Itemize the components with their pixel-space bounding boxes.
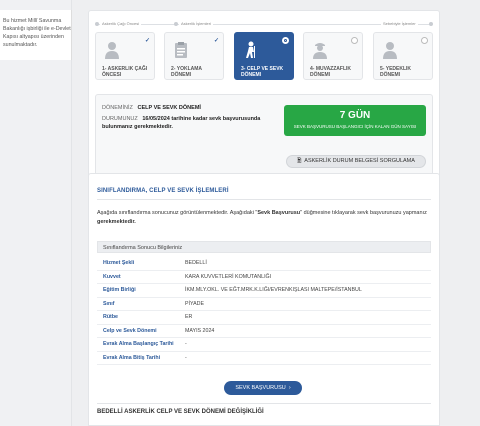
chevron-right-icon: › bbox=[288, 385, 291, 391]
step-label: 2- Yoklama Dönemi bbox=[171, 66, 202, 78]
period-row: DÖNEMİNİZ CELP VE SEVK DÖNEMİ bbox=[102, 105, 201, 111]
row-value: - bbox=[185, 341, 187, 347]
stepbar-caption-1: Askerlik Çağı Öncesi bbox=[100, 21, 142, 26]
table-row: Sınıf PİYADE bbox=[97, 298, 431, 311]
row-value: İKM.MLY.OKL. VE EĞT.MRK.K.LIĞI/EVRENKIŞL… bbox=[185, 287, 362, 293]
status-document-button[interactable]: 🖹 ASKERLİK DURUM BELGESİ SORGULAMA bbox=[286, 155, 426, 168]
clipboard-icon bbox=[175, 42, 187, 58]
row-key: Eğitim Birliği bbox=[103, 287, 136, 293]
stepbar-caption-3: Sebebiyle İşlemler bbox=[381, 21, 418, 26]
remaining-days: 7 GÜN bbox=[339, 110, 371, 121]
classification-title: SINIFLANDIRMA, CELP VE SEVK İŞLEMLERİ bbox=[97, 188, 229, 194]
selected-radio-icon bbox=[282, 37, 289, 44]
divider bbox=[97, 403, 431, 404]
row-key: Evrak Alma Bitiş Tarihi bbox=[103, 354, 161, 361]
row-key: Evrak Alma Başlangıç Tarihi bbox=[103, 341, 174, 347]
classification-table: Hizmet Şekli BEDELLİ Kuvvet KARA KUVVETLER… bbox=[97, 257, 431, 365]
status-box: DÖNEMİNİZ CELP VE SEVK DÖNEMİ DURUMUNUZ … bbox=[95, 94, 433, 180]
row-value: MAYIS 2024 bbox=[185, 327, 215, 334]
intro-text-2: " düğmesine tıklayarak sevk başvurunuzu … bbox=[300, 210, 427, 216]
table-row: Evrak Alma Bitiş Tarihi - bbox=[97, 352, 431, 365]
step-cards: ✓ 1- Askerlik Çağı Öncesi ✓ 2- Yoklama D… bbox=[95, 32, 433, 80]
table-row: Evrak Alma Başlangıç Tarihi - bbox=[97, 338, 431, 352]
dispatch-application-label: SEVK BAŞVURUSU bbox=[235, 385, 286, 391]
row-key: Celp ve Sevk Dönemi bbox=[103, 327, 157, 334]
paid-service-change-title: BEDELLİ ASKERLİK CELP VE SEVK DÖNEMİ DEĞ… bbox=[97, 409, 264, 415]
step-label: 3- Celp ve Sevk Dönemi bbox=[241, 66, 284, 78]
step-card-reserve[interactable]: 5- Yedeklik Dönemi bbox=[373, 32, 433, 80]
service-note: Bu hizmet Millî Savunma Bakanlığı işbirl… bbox=[0, 10, 72, 60]
radio-icon bbox=[351, 37, 358, 44]
step-label: 4- Muvazzaflık Dönemi bbox=[310, 66, 352, 78]
row-key: Rütbe bbox=[103, 314, 119, 320]
row-key: Hizmet Şekli bbox=[103, 260, 135, 266]
step-label: 1- Askerlik Çağı Öncesi bbox=[102, 66, 148, 78]
row-key: Kuvvet bbox=[103, 273, 121, 280]
soldier-walking-icon bbox=[246, 41, 255, 58]
person-icon bbox=[105, 42, 119, 59]
period-key: DÖNEMİNİZ bbox=[102, 105, 133, 111]
step-card-pre-age[interactable]: ✓ 1- Askerlik Çağı Öncesi bbox=[95, 32, 155, 80]
classification-intro: Aşağıda sınıflandırma sonucunuz görüntül… bbox=[97, 209, 427, 227]
check-icon: ✓ bbox=[144, 38, 150, 44]
row-key: Sınıf bbox=[103, 300, 115, 307]
table-row: Hizmet Şekli BEDELLİ bbox=[97, 257, 431, 271]
remaining-days-caption: SEVK BAŞVURUSU BAŞLANGICI İÇİN KALAN GÜN… bbox=[293, 124, 417, 129]
status-key: DURUMUNUZ bbox=[102, 116, 138, 122]
intro-bold: gerekmektedir. bbox=[97, 219, 136, 225]
table-row: Eğitim Birliği İKM.MLY.OKL. VE EĞT.MRK.K.… bbox=[97, 284, 431, 298]
check-icon: ✓ bbox=[213, 38, 219, 44]
step-progress-bar: Askerlik Çağı Öncesi Askerlik İşlemleri … bbox=[95, 21, 433, 27]
dispatch-application-button[interactable]: SEVK BAŞVURUSU › bbox=[224, 381, 302, 395]
table-row: Celp ve Sevk Dönemi MAYIS 2024 bbox=[97, 325, 431, 338]
row-value: - bbox=[185, 354, 187, 361]
status-row: DURUMUNUZ 16/05/2024 tarihine kadar sevk… bbox=[102, 115, 287, 131]
classification-panel: SINIFLANDIRMA, CELP VE SEVK İŞLEMLERİ Aş… bbox=[88, 173, 440, 426]
intro-text-1: Aşağıda sınıflandırma sonucunuz görüntül… bbox=[97, 210, 258, 216]
step-card-active-service[interactable]: 4- Muvazzaflık Dönemi bbox=[303, 32, 363, 80]
reserve-icon bbox=[383, 42, 397, 59]
table-row: Rütbe ER bbox=[97, 311, 431, 325]
classification-table-header: Sınıflandırma Sonucu Bilgileriniz bbox=[97, 241, 431, 253]
radio-icon bbox=[421, 37, 428, 44]
stepbar-caption-2: Askerlik İşlemleri bbox=[179, 21, 214, 26]
step-label: 5- Yedeklik Dönemi bbox=[380, 66, 412, 78]
step-card-call-up[interactable]: 3- Celp ve Sevk Dönemi bbox=[234, 32, 294, 80]
row-value: ER bbox=[185, 314, 193, 320]
document-icon: 🖹 bbox=[297, 158, 302, 164]
row-value: KARA KUVVETLERİ KOMUTANLIĞI bbox=[185, 273, 272, 280]
table-row: Kuvvet KARA KUVVETLERİ KOMUTANLIĞI bbox=[97, 271, 431, 284]
intro-link: Sevk Başvurusu bbox=[257, 210, 301, 216]
divider bbox=[97, 199, 431, 200]
left-column bbox=[0, 0, 72, 426]
period-value: CELP VE SEVK DÖNEMİ bbox=[137, 105, 201, 111]
remaining-days-box: 7 GÜN SEVK BAŞVURUSU BAŞLANGICI İÇİN KAL… bbox=[284, 105, 426, 136]
row-value: BEDELLİ bbox=[185, 260, 207, 266]
step-card-inspection[interactable]: ✓ 2- Yoklama Dönemi bbox=[164, 32, 224, 80]
soldier-icon bbox=[313, 43, 327, 59]
row-value: PİYADE bbox=[185, 300, 205, 307]
status-document-label: ASKERLİK DURUM BELGESİ SORGULAMA bbox=[304, 158, 415, 164]
